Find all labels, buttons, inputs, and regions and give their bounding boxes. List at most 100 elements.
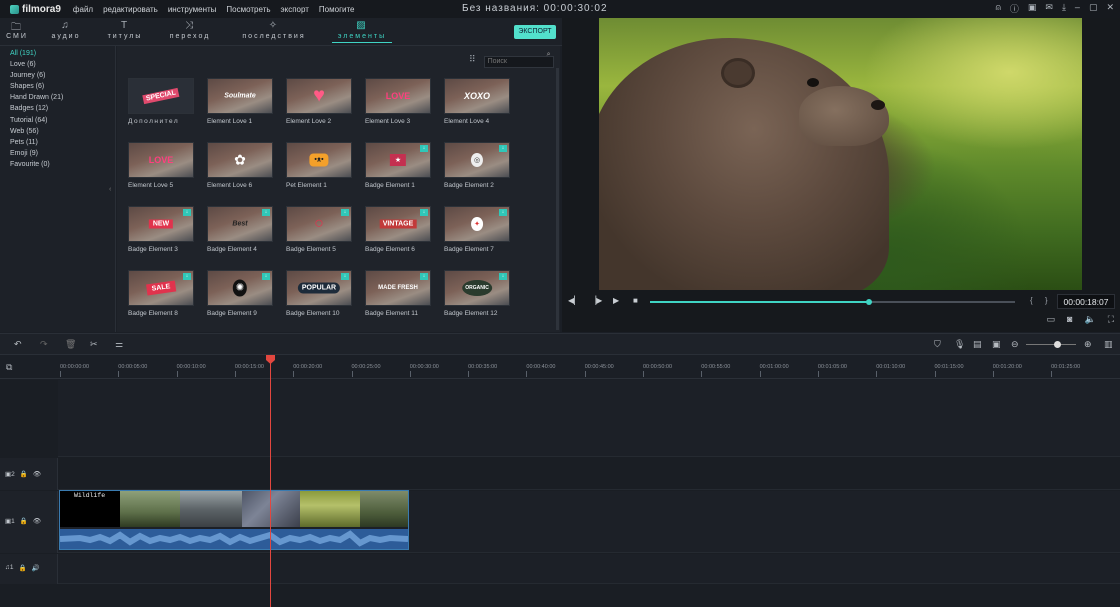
element-card[interactable]: ★ ↓ Badge Element 1 (365, 142, 433, 189)
menu-edit[interactable]: редактировать (103, 5, 158, 14)
menu-help[interactable]: Помогите (319, 5, 355, 14)
tab-effects[interactable]: ✧ последствия (233, 20, 315, 40)
eye-icon[interactable]: 👁 (33, 470, 41, 478)
category-web[interactable]: Web (56) (0, 126, 115, 137)
category-pets[interactable]: Pets (11) (0, 137, 115, 148)
element-card[interactable]: Soulmate Element Love 1 (207, 78, 275, 125)
redo-icon[interactable]: ↷ (40, 339, 48, 350)
element-card[interactable]: ✺ ↓ Badge Element 9 (207, 270, 275, 317)
fullscreen-icon[interactable]: ⛶ (1108, 314, 1114, 325)
element-card[interactable]: LOVE Element Love 5 (128, 142, 196, 189)
grid-scrollbar[interactable] (556, 68, 559, 330)
lock-icon[interactable]: 🔒 (19, 564, 27, 572)
element-card[interactable]: ◎ ↓ Badge Element 2 (444, 142, 512, 189)
tab-titles[interactable]: T титулы (102, 20, 148, 40)
timeline-ruler[interactable]: 00:00:00:00 00:00:05:00 00:00:10:00 00:00:1… (58, 355, 1120, 379)
tab-audio[interactable]: ♫ аудио (46, 20, 86, 40)
search-input[interactable] (483, 55, 554, 68)
playback-progress[interactable] (650, 299, 1015, 305)
zoom-in-icon[interactable]: ⊕ (1084, 339, 1092, 350)
download-icon[interactable]: ↓ (420, 273, 428, 280)
category-favourite[interactable]: Favourite (0) (0, 159, 115, 170)
download-icon[interactable]: ↓ (183, 273, 191, 280)
add-track-icon[interactable]: ⧉ (6, 362, 12, 373)
progress-knob[interactable] (866, 299, 872, 305)
render-icon[interactable]: ▣ (992, 339, 1001, 350)
microphone-icon[interactable]: 🎙 (954, 339, 965, 350)
element-card[interactable]: LOVE Element Love 3 (365, 78, 433, 125)
download-icon[interactable]: ↓ (499, 273, 507, 280)
marker-icon[interactable]: ⛉ (934, 339, 941, 350)
element-card[interactable]: SALE ↓ Badge Element 8 (128, 270, 196, 317)
element-card[interactable]: •ᴥ• Pet Element 1 (286, 142, 354, 189)
category-tutorial[interactable]: Tutorial (64) (0, 115, 115, 126)
save-icon[interactable]: ▣ (1028, 2, 1037, 15)
volume-icon[interactable]: 🔈 (1084, 314, 1095, 325)
collapse-sidebar-icon[interactable]: ‹ (109, 186, 111, 193)
category-hand-drawn[interactable]: Hand Drawn (21) (0, 92, 115, 103)
download-icon[interactable]: ↓ (341, 273, 349, 280)
category-all[interactable]: All (191) (0, 48, 115, 59)
track-lane-audio-1[interactable] (58, 554, 1120, 584)
download-icon[interactable]: ↓ (499, 209, 507, 216)
menu-file[interactable]: файл (73, 5, 93, 14)
playhead-line[interactable] (270, 355, 271, 607)
mark-in-out-icon[interactable]: { } (1030, 296, 1053, 305)
category-shapes[interactable]: Shapes (6) (0, 81, 115, 92)
element-card[interactable]: ✦ ↓ Badge Element 7 (444, 206, 512, 253)
download-icon[interactable]: ⤓ (1062, 2, 1066, 15)
play-icon[interactable]: ▶ (613, 296, 619, 305)
step-back-icon[interactable]: ◀▏ (568, 296, 580, 305)
mail-icon[interactable]: ✉ (1045, 2, 1053, 15)
eye-icon[interactable]: 👁 (33, 517, 41, 525)
export-button[interactable]: ЭКСПОРТ (514, 25, 556, 39)
grid-view-icon[interactable]: ⠿ (469, 54, 476, 65)
tab-transitions[interactable]: ⤨ переход (164, 20, 216, 40)
video-clip[interactable]: Wildlife (59, 490, 409, 550)
element-card[interactable]: POPULAR ↓ Badge Element 10 (286, 270, 354, 317)
lock-icon[interactable]: 🔒 (20, 517, 28, 525)
tab-elements[interactable]: ▨ элементы (332, 20, 392, 43)
category-journey[interactable]: Journey (6) (0, 70, 115, 81)
element-card[interactable]: ORGANIC ↓ Badge Element 12 (444, 270, 512, 317)
element-card[interactable]: VINTAGE ↓ Badge Element 6 (365, 206, 433, 253)
tab-media[interactable]: 🗀 СМИ (6, 20, 28, 40)
element-card[interactable]: NEW ↓ Badge Element 3 (128, 206, 196, 253)
element-card[interactable]: ✿ Element Love 6 (207, 142, 275, 189)
snapshot-icon[interactable]: ◙ (1067, 314, 1072, 325)
speaker-icon[interactable]: 🔊 (32, 564, 40, 572)
panel-layout-icon[interactable]: ▥ (1104, 339, 1113, 350)
display-settings-icon[interactable]: ▭ (1047, 314, 1056, 325)
download-icon[interactable]: ↓ (499, 145, 507, 152)
maximize-icon[interactable]: ▢ (1089, 2, 1098, 15)
zoom-out-icon[interactable]: ⊖ (1011, 339, 1019, 350)
info-icon[interactable]: ⓘ (1010, 2, 1019, 15)
delete-icon[interactable]: 🗑 (65, 339, 76, 350)
download-icon[interactable]: ↓ (183, 209, 191, 216)
minimize-icon[interactable]: – (1075, 2, 1080, 15)
download-icon[interactable]: ↓ (420, 209, 428, 216)
cut-icon[interactable]: ✂ (90, 339, 98, 350)
menu-view[interactable]: Посмотреть (226, 5, 270, 14)
element-card[interactable]: Best ↓ Badge Element 4 (207, 206, 275, 253)
adjust-icon[interactable]: ⚌ (115, 339, 123, 350)
download-icon[interactable]: ↓ (262, 273, 270, 280)
element-card[interactable]: SPECIAL Дополнител (128, 78, 196, 125)
mixer-icon[interactable]: ▤ (973, 339, 982, 350)
category-badges[interactable]: Badges (12) (0, 103, 115, 114)
element-card[interactable]: ○ ↓ Badge Element 5 (286, 206, 354, 253)
element-card[interactable]: MADE FRESH ↓ Badge Element 11 (365, 270, 433, 317)
zoom-slider-knob[interactable] (1054, 341, 1061, 348)
element-card[interactable]: ♥ Element Love 2 (286, 78, 354, 125)
search-icon[interactable]: ⌕ (547, 51, 551, 59)
track-lane-video-2[interactable] (58, 380, 1120, 457)
category-love[interactable]: Love (6) (0, 59, 115, 70)
category-emoji[interactable]: Emoji (9) (0, 148, 115, 159)
lock-icon[interactable]: 🔒 (20, 470, 28, 478)
download-icon[interactable]: ↓ (420, 145, 428, 152)
stop-icon[interactable]: ■ (633, 296, 638, 305)
zoom-slider[interactable] (1026, 344, 1076, 345)
download-icon[interactable]: ↓ (262, 209, 270, 216)
step-forward-icon[interactable]: ▕▶ (590, 296, 602, 305)
undo-icon[interactable]: ↶ (14, 339, 22, 350)
